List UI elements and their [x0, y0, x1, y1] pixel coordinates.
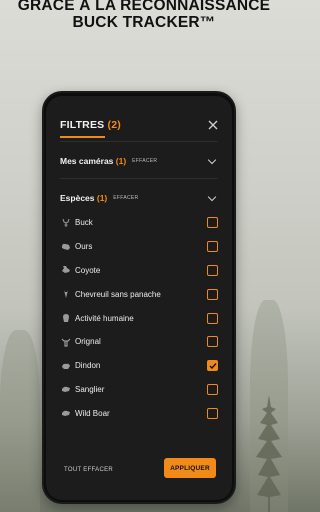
human-icon [60, 313, 71, 323]
cameras-clear-button[interactable]: EFFACER [132, 158, 157, 164]
species-checkbox[interactable] [207, 336, 218, 348]
cameras-title-label: Mes caméras [60, 156, 114, 166]
close-icon[interactable] [206, 118, 220, 132]
apply-button[interactable]: APPLIQUER [164, 458, 216, 478]
doe-icon [60, 289, 71, 299]
species-row-dindon[interactable]: Dindon [60, 354, 218, 378]
headline-line-2: BUCK TRACKER™ [72, 14, 216, 31]
buck-icon [60, 218, 71, 228]
filters-count: (2) [107, 119, 121, 131]
bear-icon [60, 242, 71, 252]
wild-boar-icon [60, 408, 71, 418]
species-clear-button[interactable]: EFFACER [113, 195, 138, 201]
filters-footer: TOUT EFFACER APPLIQUER [46, 456, 232, 500]
species-row-ours[interactable]: Ours [60, 235, 218, 259]
species-label: Dindon [75, 361, 101, 371]
pine-tree-silhouette [256, 395, 282, 512]
moose-icon [60, 337, 71, 347]
species-count: (1) [96, 193, 108, 203]
filters-title-label: FILTRES [60, 119, 105, 131]
filters-title: FILTRES (2) [60, 119, 121, 131]
chevron-down-icon[interactable] [207, 192, 217, 201]
cameras-title: Mes caméras (1) [60, 156, 126, 166]
promo-headline: GRACE À LA RECONNAISSANCE BUCK TRACKER™ [0, 0, 288, 31]
filters-title-underline [60, 136, 105, 138]
species-checkbox[interactable] [207, 217, 218, 229]
species-row-chevreuil[interactable]: Chevreuil sans panache [60, 282, 218, 306]
species-row-activite-humaine[interactable]: Activité humaine [60, 306, 218, 330]
species-checkbox[interactable] [207, 407, 218, 419]
coyote-icon [60, 265, 71, 275]
species-title-label: Espèces [60, 193, 95, 203]
species-checkbox[interactable] [207, 264, 218, 276]
species-label: Chevreuil sans panache [75, 289, 161, 299]
chevron-down-icon[interactable] [207, 155, 217, 164]
fog-tree [0, 330, 40, 512]
species-row-sanglier[interactable]: Sanglier [60, 378, 218, 402]
species-checkbox[interactable] [207, 383, 218, 395]
species-label: Buck [75, 218, 93, 228]
divider [60, 141, 218, 142]
species-label: Orignal [75, 337, 101, 347]
boar-icon [60, 384, 71, 394]
species-checkbox[interactable] [207, 288, 218, 300]
species-title: Espèces (1) [60, 193, 107, 203]
headline-line-1: GRACE À LA RECONNAISSANCE [17, 0, 271, 14]
species-label: Ours [75, 242, 93, 252]
species-row-orignal[interactable]: Orignal [60, 330, 218, 354]
cameras-count: (1) [115, 156, 127, 166]
filters-panel: FILTRES (2) Mes caméras (1) EFFACER Espè… [46, 96, 232, 500]
species-checkbox-checked[interactable] [207, 360, 218, 372]
species-list: Buck Ours Coyote Chevreuil sans panache … [60, 211, 218, 425]
species-section-header[interactable]: Espèces (1) EFFACER [60, 191, 218, 205]
species-row-coyote[interactable]: Coyote [60, 259, 218, 283]
species-label: Activité humaine [75, 313, 134, 323]
species-label: Wild Boar [75, 408, 110, 418]
cameras-section-header[interactable]: Mes caméras (1) EFFACER [60, 154, 218, 168]
species-row-buck[interactable]: Buck [60, 211, 218, 235]
species-label: Sanglier [75, 384, 105, 394]
clear-all-button[interactable]: TOUT EFFACER [64, 467, 113, 473]
divider [60, 178, 218, 179]
turkey-icon [60, 361, 71, 371]
species-row-wild-boar[interactable]: Wild Boar [60, 401, 218, 425]
species-label: Coyote [75, 265, 101, 275]
species-checkbox[interactable] [207, 312, 218, 324]
species-checkbox[interactable] [207, 241, 218, 253]
